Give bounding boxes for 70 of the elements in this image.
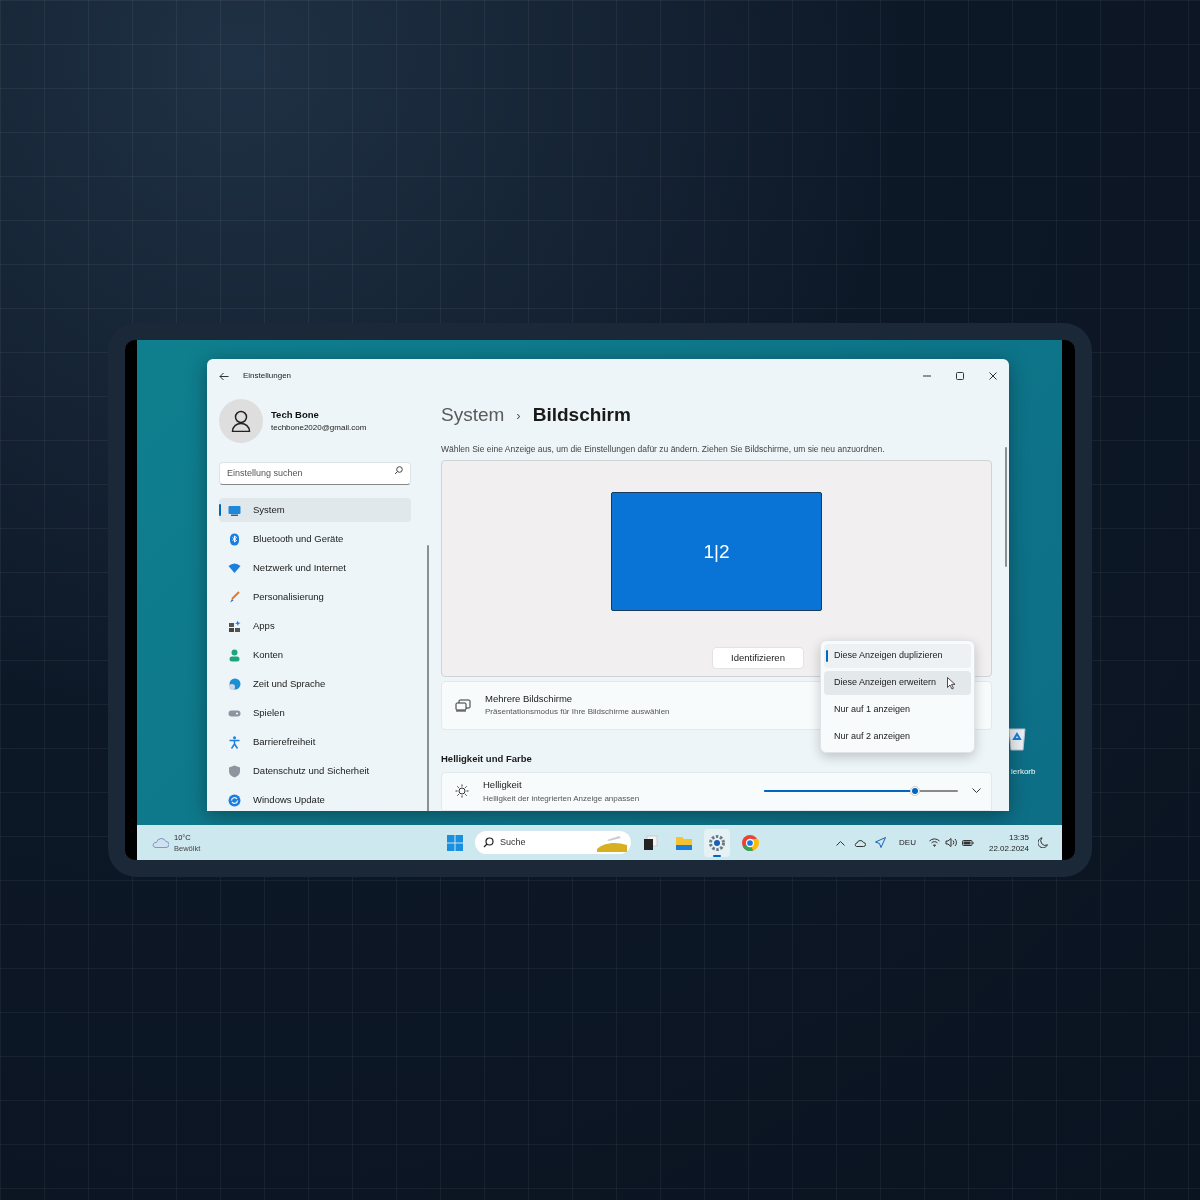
multiple-displays-icon [455,698,471,712]
gear-icon [707,832,727,853]
search-icon [394,466,403,475]
search-field[interactable]: Einstellung suchen [219,461,411,485]
wifi-icon[interactable] [928,838,940,847]
send-icon[interactable] [875,837,887,848]
chrome-icon [740,832,760,853]
task-view-icon [641,832,661,853]
sidebar-item[interactable]: Bluetooth und Geräte [219,527,411,551]
display-icon [228,503,241,517]
window-title: Einstellungen [243,370,292,382]
card-subtitle: Präsentationsmodus für Ihre Bildschirme auswählen [485,706,670,719]
selection-indicator [219,504,221,516]
breadcrumb-separator: › [516,406,521,425]
sidebar-item[interactable]: Windows Update [219,788,411,811]
back-arrow-icon[interactable] [219,371,229,381]
person-icon [231,410,251,432]
mouse-cursor-icon [947,677,956,690]
clock-time[interactable]: 13:35 [1008,831,1029,843]
sidebar-item[interactable]: Konten [219,643,411,667]
bluetooth-icon [228,532,241,546]
sidebar-item[interactable]: Zeit und Sprache [219,672,411,696]
chevron-up-icon[interactable] [836,839,846,846]
start-icon [445,832,465,853]
clock-date[interactable]: 22.02.2024 [988,842,1029,854]
sidebar-item[interactable]: Datenschutz und Sicherheit [219,759,411,783]
card-subtitle: Helligkeit der integrierten Anzeige anpassen [483,792,640,805]
update-icon [228,793,241,807]
shield-icon [228,764,241,778]
cloud-icon[interactable] [854,838,867,847]
speaker-icon[interactable] [944,838,957,847]
maximize-icon [954,371,965,381]
dropdown-option[interactable]: Diese Anzeigen duplizieren [824,644,971,668]
sidebar-item[interactable]: Personalisierung [219,585,411,609]
moon-icon[interactable] [1038,837,1048,848]
card-title: Mehrere Bildschirme [485,692,574,707]
section-heading: Helligkeit und Farbe [441,751,533,766]
breadcrumb-parent[interactable]: System [441,401,505,430]
brightness-slider[interactable] [764,786,958,797]
brightness-icon [455,784,469,799]
page-title: Bildschirm [532,403,631,427]
battery-icon[interactable] [961,838,974,847]
card-title: Helligkeit [483,778,523,793]
close-icon [987,371,998,381]
apps-icon [228,619,241,633]
identify-button[interactable]: Identifizieren [712,647,804,670]
sidebar-item[interactable]: Apps [219,614,411,638]
dropdown-option[interactable]: Diese Anzeigen erweitern [824,671,971,695]
chevron-down-icon[interactable] [972,788,981,795]
globe-icon [228,677,241,691]
desktop-icon-label[interactable]: ierkorb [1011,766,1036,778]
slider-thumb[interactable] [910,786,921,797]
person-icon [228,648,241,662]
sidebar-item[interactable]: Barrierefreiheit [219,730,411,754]
wifi-icon [228,561,241,575]
search-icon [483,837,494,848]
page-description: Wählen Sie eine Anzeige aus, um die Einstellungen dafür zu ändern. Ziehen Sie Bildschirme, um sie neu anzuordnen. [441,442,886,456]
monitor-tile[interactable]: 1|2 [611,492,822,612]
account-name: Tech Bone [271,407,320,422]
active-indicator [713,854,721,857]
dropdown-option[interactable]: Nur auf 2 anzeigen [824,725,971,749]
taskbar-search[interactable]: Suche [475,831,631,854]
sidebar-item[interactable]: Spielen [219,701,411,725]
accessibility-icon [228,735,241,749]
brush-icon [228,590,241,604]
dropdown-option[interactable]: Nur auf 1 anzeigen [824,698,971,722]
sidebar-item[interactable]: System [219,498,411,522]
sidebar-item[interactable]: Netzwerk und Internet [219,556,411,580]
language-indicator[interactable]: DEU [899,836,916,849]
account-email: techbone2020@gmail.com [271,422,367,435]
